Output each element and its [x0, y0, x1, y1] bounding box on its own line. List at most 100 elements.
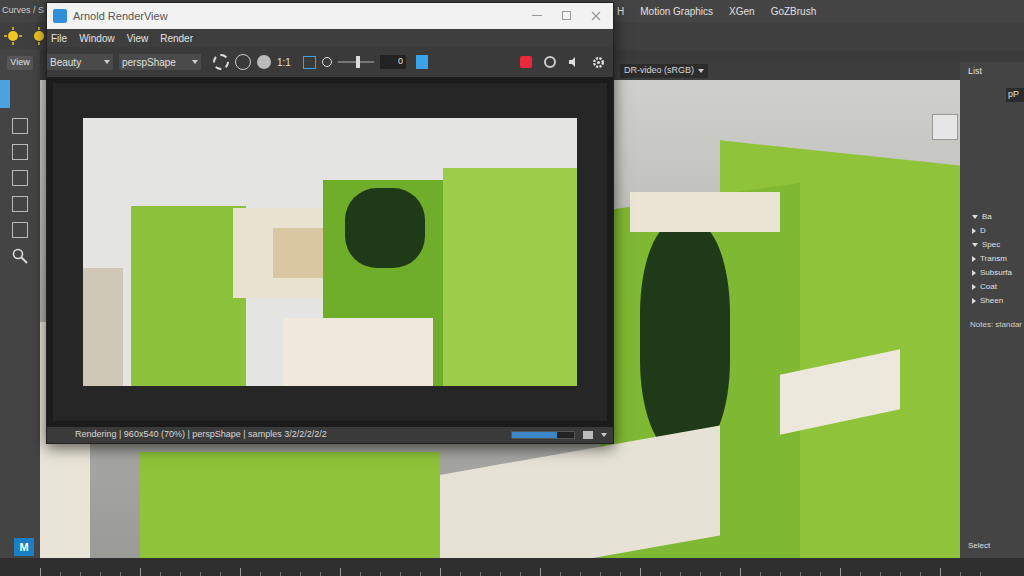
attribute-section[interactable]: Spec — [972, 240, 1024, 251]
attribute-section[interactable]: Transm — [972, 254, 1024, 265]
timeline-tick — [940, 568, 941, 576]
attribute-section[interactable]: Sheen — [972, 296, 1024, 307]
menu-item[interactable]: View — [127, 31, 149, 46]
render-toolbar: Beauty perspShape 1:1 0 — [47, 47, 613, 77]
timeline-tick — [640, 568, 641, 576]
expand-arrow-icon[interactable] — [972, 243, 978, 247]
grid-icon[interactable] — [12, 144, 28, 160]
exposure-knob[interactable] — [356, 56, 360, 68]
collapse-arrow-icon[interactable] — [972, 256, 976, 262]
timeline-tick — [180, 572, 181, 576]
timeline-tick — [540, 568, 541, 576]
timeline-tick — [480, 572, 481, 576]
camera-dropdown[interactable]: perspShape — [119, 54, 201, 70]
dropdown-arrow-icon[interactable] — [601, 433, 607, 437]
timeline-tick — [860, 572, 861, 576]
timeline-tick — [700, 572, 701, 576]
image-area — [47, 77, 613, 427]
timeline-tick — [280, 572, 281, 576]
timeline-tick — [300, 572, 301, 576]
region-icon[interactable] — [235, 54, 251, 70]
timeline-tick — [100, 572, 101, 576]
title-bar[interactable]: Arnold RenderView — [47, 3, 613, 29]
timeline-tick — [500, 572, 501, 576]
shelf-label: Curves / S — [2, 4, 44, 18]
render-shape — [131, 206, 246, 386]
timeline-tick — [580, 572, 581, 576]
select-button[interactable]: Select — [968, 540, 1024, 552]
timeline-tick — [80, 572, 81, 576]
timeline-tick — [60, 572, 61, 576]
node-field[interactable]: pP — [1006, 88, 1024, 102]
snapshot-icon[interactable] — [583, 431, 593, 439]
view-tab[interactable]: View — [7, 56, 32, 70]
timeline-tick — [260, 572, 261, 576]
timeline[interactable] — [0, 558, 1024, 576]
timeline-tick — [600, 572, 601, 576]
color-space-dropdown[interactable]: DR-video (sRGB) — [620, 64, 708, 78]
timeline-tick — [560, 572, 561, 576]
rerender-icon[interactable] — [544, 56, 556, 68]
close-icon[interactable] — [591, 11, 601, 21]
timeline-tick — [740, 568, 741, 576]
snapshot-icon[interactable] — [416, 55, 428, 69]
shelf-tab[interactable]: Motion Graphics — [637, 4, 716, 19]
progress-track — [511, 431, 575, 439]
maximize-icon[interactable] — [562, 11, 571, 20]
menu-item[interactable]: File — [51, 31, 67, 46]
collapse-arrow-icon[interactable] — [972, 228, 976, 234]
attribute-section[interactable]: Coat — [972, 282, 1024, 293]
section-list: Ba D Spec Transm Subsurfa Coat Sheen — [960, 212, 1024, 307]
collapse-arrow-icon[interactable] — [972, 284, 976, 290]
attribute-section[interactable]: Subsurfa — [972, 268, 1024, 279]
shelf-tab[interactable]: XGen — [726, 4, 758, 19]
layout-icon[interactable] — [12, 170, 28, 186]
menu-item[interactable]: Window — [79, 31, 115, 46]
refresh-icon[interactable] — [213, 54, 229, 70]
gear-icon[interactable] — [592, 56, 605, 69]
timeline-tick — [200, 572, 201, 576]
exposure-track[interactable] — [338, 61, 374, 63]
window-title: Arnold RenderView — [73, 8, 168, 25]
attribute-panel: List pP BaDSpecTransmSubsurfaCoatSheen N… — [960, 62, 1024, 558]
timeline-tick — [620, 572, 621, 576]
status-bar: Rendering | 960x540 (70%) | perspShape |… — [47, 427, 613, 443]
search-icon[interactable] — [12, 248, 28, 264]
aov-dropdown[interactable]: Beauty — [47, 54, 113, 70]
timeline-tick — [320, 572, 321, 576]
shelf-tab[interactable]: GoZBrush — [768, 4, 820, 19]
collapse-arrow-icon[interactable] — [972, 270, 976, 276]
attribute-section[interactable]: D — [972, 226, 1024, 237]
crop-icon[interactable] — [303, 56, 316, 69]
minimize-icon[interactable] — [532, 15, 542, 16]
color-icon[interactable] — [257, 55, 271, 69]
collapse-arrow-icon[interactable] — [972, 298, 976, 304]
light-icon[interactable] — [4, 27, 22, 45]
speaker-icon[interactable] — [568, 56, 580, 68]
render-shape — [83, 268, 123, 386]
render-view-window[interactable]: Arnold RenderView File Window View Render B… — [46, 2, 614, 444]
render-image[interactable] — [83, 118, 577, 386]
exposure-field[interactable]: 0 — [380, 55, 406, 69]
ratio-button[interactable]: 1:1 — [277, 55, 291, 70]
menu-item[interactable]: Render — [160, 31, 193, 46]
layout-icon[interactable] — [12, 196, 28, 212]
render-shape — [345, 188, 425, 268]
shelf-tab[interactable]: H — [614, 4, 627, 19]
expand-arrow-icon[interactable] — [972, 215, 978, 219]
shelf-tabs: H Motion Graphics XGen GoZBrush — [614, 0, 819, 22]
maya-logo[interactable]: M — [14, 538, 34, 556]
timeline-tick — [920, 572, 921, 576]
attribute-section[interactable]: Ba — [972, 212, 1024, 223]
arnold-icon — [53, 9, 67, 23]
timeline-tick — [120, 572, 121, 576]
maya-screen: Curves / S HMotion GraphicsXGenGoZBrush … — [0, 0, 1024, 576]
stop-render-button[interactable] — [520, 56, 532, 68]
layout-icon[interactable] — [12, 118, 28, 134]
tool-icon[interactable] — [0, 80, 10, 108]
progress-fill — [512, 432, 557, 438]
timeline-tick — [780, 572, 781, 576]
timeline-tick — [800, 572, 801, 576]
list-icon[interactable] — [12, 222, 28, 238]
view-cube-icon[interactable] — [932, 114, 958, 140]
